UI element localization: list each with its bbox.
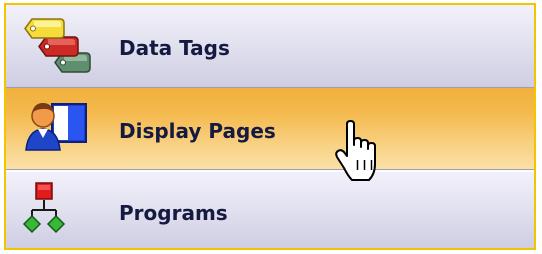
nav-item-display-pages[interactable]: Display Pages	[6, 88, 534, 169]
data-tags-icon	[24, 18, 91, 73]
nav-item-label: Display Pages	[119, 119, 276, 143]
nav-item-programs[interactable]: Programs	[6, 172, 534, 248]
nav-item-data-tags[interactable]: Data Tags	[6, 5, 534, 87]
nav-item-label: Data Tags	[119, 36, 230, 60]
navigation-panel: Data Tags Display Pages Programs	[4, 3, 536, 250]
divider	[6, 170, 534, 171]
nav-item-label: Programs	[119, 201, 228, 225]
hand-pointer-cursor	[335, 120, 376, 181]
display-pages-icon	[25, 103, 87, 151]
programs-icon	[22, 182, 66, 234]
